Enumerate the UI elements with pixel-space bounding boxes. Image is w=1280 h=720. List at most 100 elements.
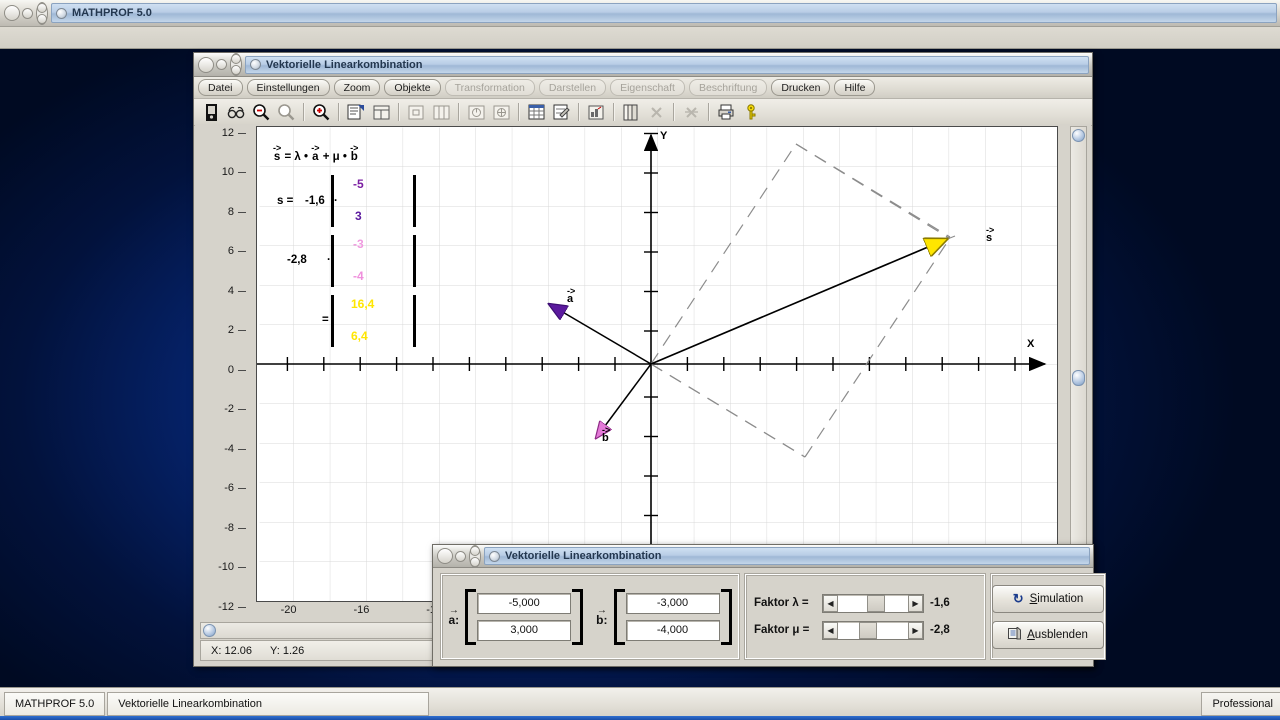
- graph-canvas[interactable]: X Y -> a -> b -> s -> s = λ • -> a + μ •…: [256, 126, 1058, 602]
- y-tick-label: 6: [227, 245, 234, 257]
- vector-a-x-input[interactable]: -5,000: [477, 592, 572, 614]
- factor-mu-row: Faktor μ = ◀ ▶ -2,8: [754, 620, 976, 640]
- toolbar-zoom-out-icon[interactable]: [249, 101, 273, 124]
- vscroll-thumb[interactable]: [1072, 370, 1085, 386]
- tool-bar: [194, 99, 1092, 126]
- mathprof-title-text: MATHPROF 5.0: [72, 7, 152, 19]
- formula-eq-1: =: [284, 151, 292, 163]
- y-tick-label: -6: [224, 482, 234, 494]
- menu-item-beschriftung: Beschriftung: [688, 79, 768, 96]
- y-tick-label: -4: [224, 442, 234, 455]
- menu-item-zoom[interactable]: Zoom: [333, 79, 381, 96]
- toolbar-chart-bar-icon[interactable]: [584, 101, 608, 124]
- plot-control-close[interactable]: [198, 56, 214, 73]
- mu-slider-thumb[interactable]: [859, 621, 877, 639]
- dialog-control-minimize[interactable]: [455, 550, 466, 562]
- toolbar-table-icon[interactable]: [524, 101, 548, 124]
- vector-a-y-input[interactable]: 3,000: [477, 619, 572, 641]
- toolbar-glasses-icon[interactable]: [224, 101, 248, 124]
- mu-slider-right-arrow-icon[interactable]: ▶: [908, 621, 923, 639]
- toolbar-delete-all-icon[interactable]: [679, 101, 703, 124]
- toolbar-single-pane-icon[interactable]: [404, 101, 428, 124]
- dialog-title-text: Vektorielle Linearkombination: [505, 550, 662, 562]
- formula-mu-symbol: μ: [332, 151, 340, 163]
- window-control-close[interactable]: [4, 5, 20, 21]
- formula-vec-b-y: -4: [353, 269, 364, 283]
- toolbar-copy-icon[interactable]: [619, 101, 643, 124]
- vector-a-bracket: -5,000 3,000: [465, 588, 584, 645]
- toolbar-delete-one-icon[interactable]: [644, 101, 668, 124]
- bracket-b-right: [413, 235, 416, 287]
- lambda-slider-thumb[interactable]: [867, 594, 885, 612]
- mathprof-window-controls[interactable]: [0, 1, 48, 25]
- toolbar-split-pane-icon[interactable]: [429, 101, 453, 124]
- vector-b-y-input[interactable]: -4,000: [625, 619, 720, 641]
- toolbar-table-edit-icon[interactable]: [549, 101, 573, 124]
- window-control-stack[interactable]: [36, 1, 48, 25]
- formula-s-symbol: s: [273, 151, 281, 163]
- vector-label-b: -> b: [602, 425, 611, 444]
- window-control-minimize[interactable]: [22, 7, 33, 19]
- dialog-window-controls[interactable]: [433, 544, 481, 568]
- plot-title-strip: Vektorielle Linearkombination: [245, 55, 1089, 74]
- plot-titlebar[interactable]: Vektorielle Linearkombination: [194, 53, 1092, 77]
- plot-window-controls[interactable]: [194, 53, 242, 76]
- factor-lambda-slider[interactable]: ◀ ▶: [822, 593, 924, 613]
- dialog-body: → a: -5,000 3,000 → b: -3,000 -4,000 Fak…: [434, 568, 1105, 665]
- factor-group: Faktor λ = ◀ ▶ -1,6 Faktor μ = ◀ ▶ -2,8: [745, 574, 985, 659]
- ausblenden-button[interactable]: Ausblenden: [992, 620, 1104, 649]
- hscroll-left-knob[interactable]: [203, 624, 216, 637]
- y-tick-label: 12: [221, 126, 234, 139]
- y-tick-mark: [238, 488, 246, 489]
- toolbar-circle-target-icon[interactable]: [489, 101, 513, 124]
- toolbar-separator: [458, 103, 459, 121]
- menu-item-objekte[interactable]: Objekte: [384, 79, 441, 96]
- vector-label-a: -> a: [567, 286, 576, 305]
- dialog-control-maximize[interactable]: [470, 545, 480, 556]
- toolbar-layout-icon[interactable]: [369, 101, 393, 124]
- toolbar-help-key-icon[interactable]: [739, 101, 763, 124]
- plot-control-minimize[interactable]: [216, 59, 227, 70]
- dialog-control-restore[interactable]: [470, 556, 480, 567]
- taskbar-item-vektorielle[interactable]: Vektorielle Linearkombination: [107, 692, 430, 716]
- toolbar-zoom-reset-icon[interactable]: [274, 101, 298, 124]
- y-axis-name: Y: [660, 130, 668, 142]
- y-tick-label: 10: [221, 166, 234, 178]
- toolbar-properties-icon[interactable]: [344, 101, 368, 124]
- lambda-slider-right-arrow-icon[interactable]: ▶: [908, 594, 923, 612]
- plot-control-restore[interactable]: [231, 65, 241, 75]
- window-control-restore[interactable]: [37, 13, 47, 24]
- dialog-control-stack[interactable]: [469, 544, 481, 568]
- y-tick-mark: [238, 409, 246, 410]
- dialog-titlebar[interactable]: Vektorielle Linearkombination: [433, 544, 1093, 568]
- factor-mu-slider[interactable]: ◀ ▶: [822, 620, 924, 640]
- mu-slider-left-arrow-icon[interactable]: ◀: [823, 621, 838, 639]
- toolbar-zoom-in-icon[interactable]: [309, 101, 333, 124]
- menu-item-hilfe[interactable]: Hilfe: [834, 79, 876, 96]
- menu-item-einstellungen[interactable]: Einstellungen: [246, 79, 330, 96]
- toolbar-print-icon[interactable]: [714, 101, 738, 124]
- dialog-control-close[interactable]: [437, 548, 453, 564]
- vector-b-x-input[interactable]: -3,000: [625, 592, 720, 614]
- menu-item-datei[interactable]: Datei: [198, 79, 243, 96]
- toolbar-module-icon[interactable]: [199, 101, 223, 124]
- mathprof-title-strip: MATHPROF 5.0: [51, 3, 1277, 23]
- toolbar-circle-info-icon[interactable]: [464, 101, 488, 124]
- y-tick-mark: [238, 290, 246, 292]
- simulation-button[interactable]: ↻ Simulation: [992, 584, 1104, 613]
- plot-bullet-icon: [250, 59, 261, 70]
- menu-item-drucken[interactable]: Drucken: [771, 79, 831, 96]
- lambda-slider-left-arrow-icon[interactable]: ◀: [823, 594, 838, 612]
- mathprof-titlebar[interactable]: MATHPROF 5.0: [0, 0, 1280, 27]
- plot-control-stack[interactable]: [230, 53, 242, 76]
- taskbar-item-mathprof[interactable]: MATHPROF 5.0: [4, 692, 106, 716]
- vscroll-top-knob[interactable]: [1072, 129, 1085, 142]
- bracket-b-left: [331, 235, 334, 287]
- app-bullet-icon: [56, 7, 67, 19]
- factor-mu-value: -2,8: [930, 624, 950, 636]
- window-control-maximize[interactable]: [37, 2, 47, 13]
- menu-item-transformation: Transformation: [444, 79, 535, 96]
- plot-control-maximize[interactable]: [231, 54, 241, 64]
- ausblenden-button-label: Ausblenden: [1027, 628, 1088, 641]
- status-x: X: 12.06: [211, 644, 252, 657]
